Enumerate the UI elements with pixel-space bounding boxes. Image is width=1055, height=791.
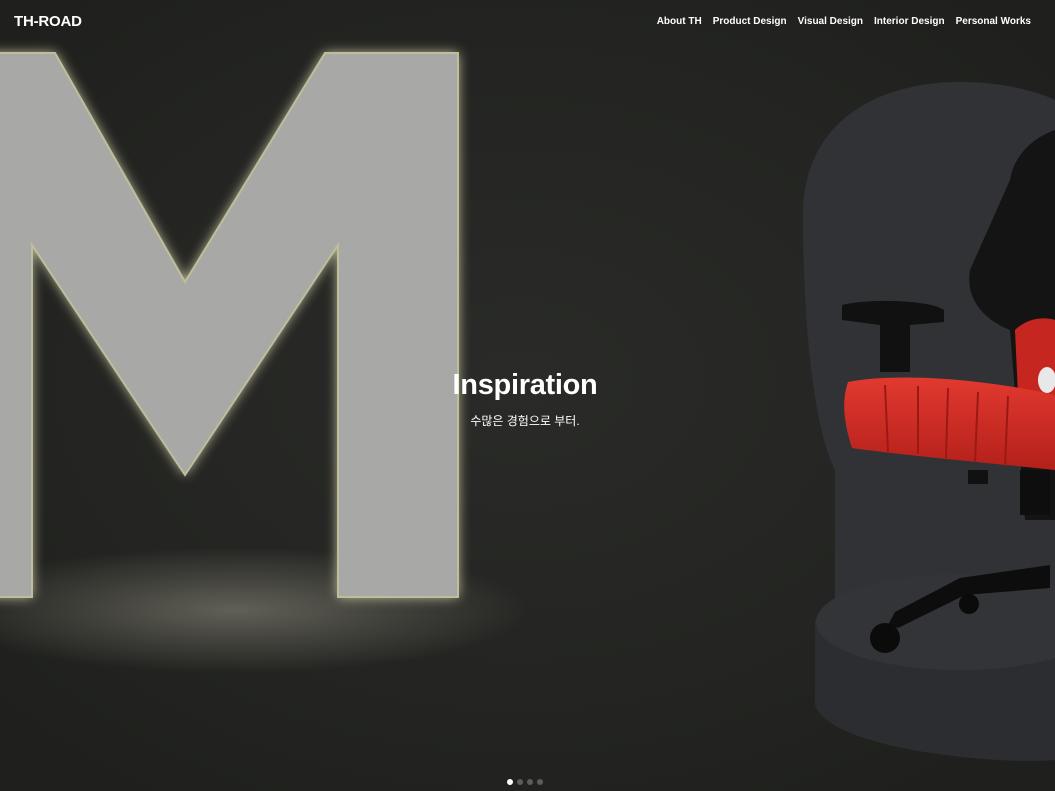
hero-subline: 수많은 경험으로 부터. [470, 414, 580, 428]
pagination-dot-1[interactable] [507, 779, 513, 785]
nav-item-product-design[interactable]: Product Design [713, 16, 787, 27]
letter-m-sign [0, 52, 459, 598]
pagination-dot-4[interactable] [537, 779, 543, 785]
nav-item-personal-works[interactable]: Personal Works [956, 16, 1031, 27]
site-logo[interactable]: TH-ROAD [14, 13, 82, 30]
nav-item-about-th[interactable]: About TH [657, 16, 702, 27]
nav-item-interior-design[interactable]: Interior Design [874, 16, 945, 27]
pagination-dot-2[interactable] [517, 779, 523, 785]
main-nav: About TH Product Design Visual Design In… [657, 16, 1031, 27]
site-header: TH-ROAD About TH Product Design Visual D… [0, 0, 1055, 46]
nav-item-visual-design[interactable]: Visual Design [798, 16, 863, 27]
slider-pagination [507, 779, 543, 785]
hero-slider: TH-ROAD About TH Product Design Visual D… [0, 0, 1055, 791]
pagination-dot-3[interactable] [527, 779, 533, 785]
hero-copy: Inspiration 수많은 경험으로 부터. [0, 367, 1050, 429]
hero-headline: Inspiration [452, 369, 598, 401]
